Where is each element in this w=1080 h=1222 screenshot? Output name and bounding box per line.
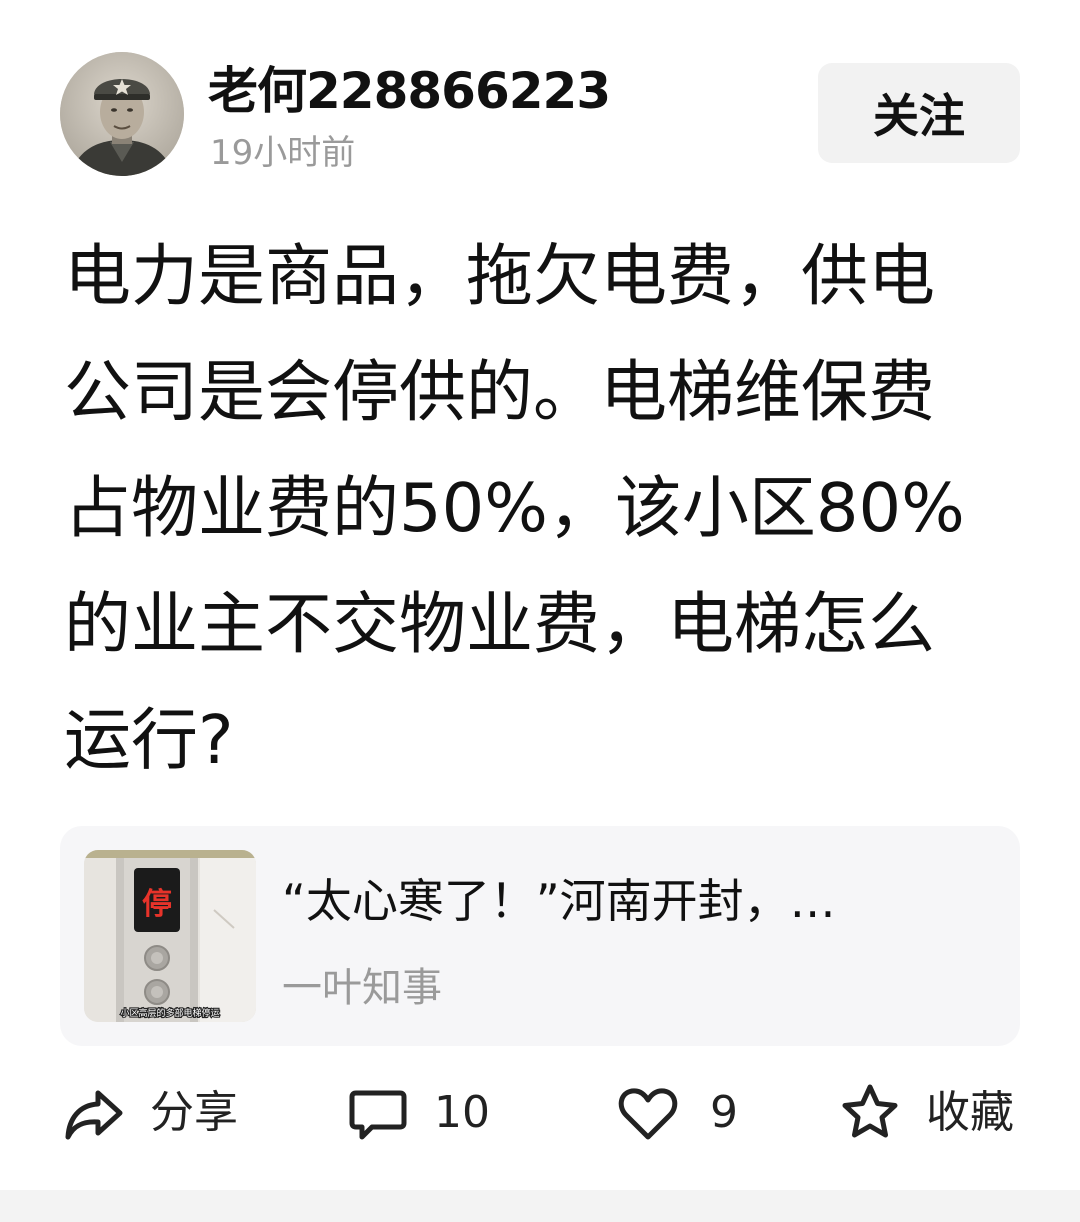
post-text-line: 电力是商品，拖欠电费，供电 <box>64 237 935 315</box>
avatar-portrait-image <box>60 52 184 176</box>
comment-count: 10 <box>434 1087 490 1138</box>
share-button[interactable]: 分享 <box>62 1076 238 1150</box>
post-text-line: 占物业费的50%，该小区80% <box>64 469 965 547</box>
elevator-display-char: 停 <box>142 887 172 922</box>
section-divider <box>0 1190 1080 1222</box>
post-text-line: 运行? <box>64 701 234 779</box>
post-body-text: 电力是商品，拖欠电费，供电 公司是会停供的。电梯维保费 占物业费的50%，该小区… <box>64 218 1024 798</box>
post-text-line: 公司是会停供的。电梯维保费 <box>64 353 935 431</box>
article-source: 一叶知事 <box>282 965 442 1011</box>
follow-button[interactable]: 关注 <box>818 63 1020 163</box>
comment-icon <box>349 1090 407 1140</box>
author-avatar[interactable] <box>60 52 184 176</box>
share-label: 分享 <box>150 1087 238 1138</box>
linked-article-card[interactable]: 停 小区高层的多部电梯停运 “太心寒了！”河南开封，… 一叶知事 <box>60 826 1020 1046</box>
favorite-label: 收藏 <box>926 1087 1014 1138</box>
favorite-button[interactable]: 收藏 <box>838 1076 1014 1150</box>
author-name[interactable]: 老何228866223 <box>208 58 611 124</box>
post-text-line: 的业主不交物业费，电梯怎么 <box>64 585 935 663</box>
like-count: 9 <box>710 1087 738 1138</box>
like-button[interactable]: 9 <box>616 1076 738 1150</box>
article-title[interactable]: “太心寒了！”河南开封，… <box>282 866 992 936</box>
heart-icon <box>618 1088 678 1140</box>
thumbnail-caption: 小区高层的多部电梯停运 <box>120 1007 219 1019</box>
post-timestamp: 19小时前 <box>210 133 356 173</box>
article-thumbnail: 停 小区高层的多部电梯停运 <box>84 850 256 1022</box>
share-icon <box>65 1090 123 1140</box>
comment-button[interactable]: 10 <box>346 1076 490 1150</box>
post-page: 老何228866223 19小时前 关注 电力是商品，拖欠电费，供电 公司是会停… <box>0 0 1080 1222</box>
star-icon <box>842 1084 898 1138</box>
elevator-panel-image: 停 小区高层的多部电梯停运 <box>84 850 256 1022</box>
